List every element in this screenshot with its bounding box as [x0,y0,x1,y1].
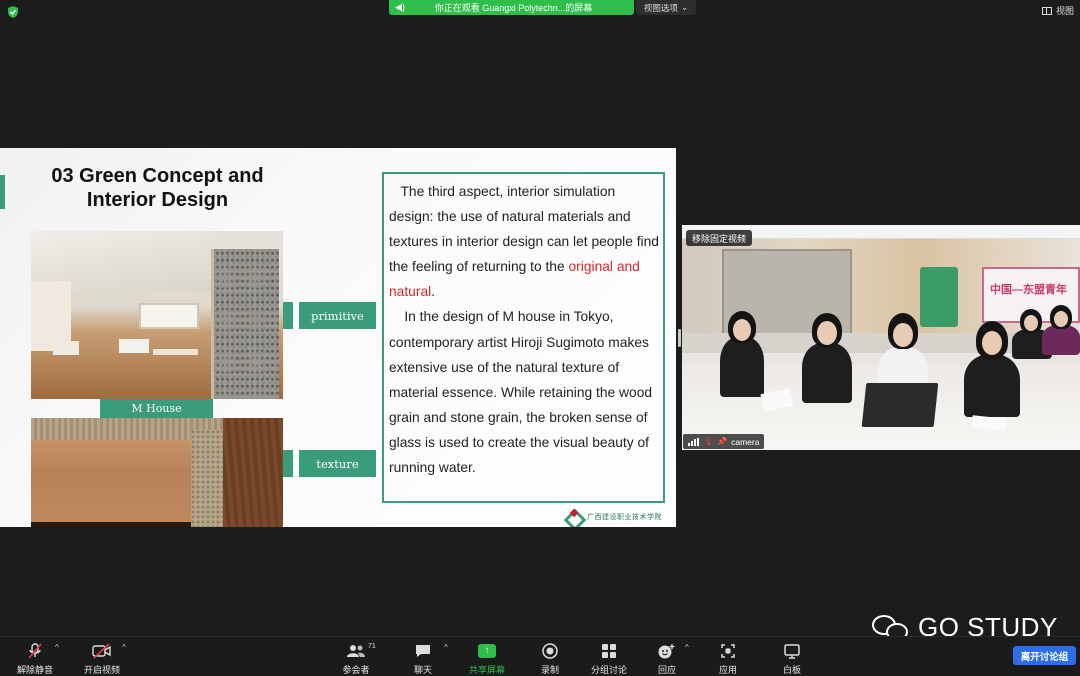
shared-screen-slide[interactable]: 03 Green Concept and Interior Design M H… [0,148,676,527]
participants-label: 参会者 [342,665,370,675]
college-logo-text: 广西建设职业技术学院 [587,513,662,521]
breakout-grid-icon [601,641,617,661]
pinned-video-tile[interactable]: 中国—东盟青年 [682,225,1080,450]
participants-button[interactable]: 71 参会者 [326,641,386,676]
texture-tag-label: texture [299,450,376,477]
viewing-share-banner: ◀) 你正在观看 Guangxi Polytechn...的屏幕 [389,0,634,15]
student-figure [802,313,852,403]
leave-breakout-button[interactable]: 离开讨论组 [1013,646,1076,665]
participants-count: 71 [368,643,376,650]
chevron-down-icon: ⌄ [680,2,689,12]
view-layout-icon [1041,6,1052,15]
college-logo: 广西建设职业技术学院 [567,508,667,526]
muted-microphone-icon [26,641,44,661]
pin-icon: 📌 [717,437,728,446]
record-label: 录制 [540,665,559,675]
view-options-label: 视图选项 [643,2,678,13]
primitive-tag-label: primitive [299,302,376,329]
apps-icon [720,641,736,661]
student-figure [964,321,1020,417]
speaker-icon[interactable]: ◀) [393,2,407,13]
laptop [861,383,939,427]
view-options-button[interactable]: 视图选项 ⌄ [636,0,696,15]
chat-label: 聊天 [413,665,432,675]
title-accent-bar [0,175,5,209]
texture-tag: texture [283,450,376,477]
whiteboard-label: 白板 [782,665,801,675]
security-shield-icon[interactable] [6,5,20,19]
view-button[interactable]: 视图 [1041,4,1074,17]
share-screen-button[interactable]: ↑ 共享屏幕 [457,641,517,676]
record-button[interactable]: 录制 [520,641,580,676]
chat-bubble-icon [414,641,432,661]
student-figure [720,311,764,397]
slide-title-line2: Interior Design [86,189,229,211]
paragraph1-end: . [431,284,436,300]
slide-title: 03 Green Concept and Interior Design [30,164,285,212]
breakout-rooms-button[interactable]: 分组讨论 [579,641,639,676]
primitive-tag: primitive [283,302,376,329]
apps-button[interactable]: 应用 [698,641,758,676]
apps-label: 应用 [718,665,737,675]
participant-name-label: 🎙 📌 camera [683,434,765,449]
share-screen-label: 共享屏幕 [468,665,505,675]
start-video-label: 开启视频 [83,665,120,675]
muted-mic-icon: 🎙 [703,437,714,446]
panel-resize-handle[interactable] [678,329,681,347]
participant-name: camera [731,436,760,447]
smiley-plus-icon [657,641,677,661]
whiteboard-icon [783,641,801,661]
video-off-icon [92,641,112,661]
whiteboard-button[interactable]: 白板 [762,641,822,676]
video-options-chevron-icon[interactable]: ^ [122,643,126,652]
unpin-video-button[interactable]: 移除固定视频 [686,230,752,246]
slide-text-box: The third aspect, interior simulation de… [382,172,665,503]
meeting-window: ◀) 你正在观看 Guangxi Polytechn...的屏幕 视图选项 ⌄ … [0,0,1080,676]
breakout-label: 分组讨论 [590,665,627,675]
slide-paragraph-2: In the design of M house in Tokyo, conte… [389,304,659,480]
slide-paragraph-1: The third aspect, interior simulation de… [389,179,659,304]
paragraph2-text: In the design of M house in Tokyo, conte… [389,309,653,476]
share-screen-icon: ↑ [478,641,496,661]
signal-strength-icon [688,437,699,446]
reactions-options-chevron-icon[interactable]: ^ [685,643,689,652]
meeting-toolbar: 解除静音 ^ 开启视频 ^ 71 参会者 聊天 ^ ↑ 共享屏幕 录制 分组讨论… [0,636,1080,676]
reactions-label: 回应 [657,665,676,675]
college-logo-icon [567,510,583,524]
audio-options-chevron-icon[interactable]: ^ [55,643,59,652]
m-house-caption: M House [100,399,213,418]
slide-title-line1: 03 Green Concept and [51,165,264,187]
student-figure [1042,305,1080,355]
view-button-label: 视图 [1055,6,1074,16]
unmute-label: 解除静音 [16,665,53,675]
participants-icon: 71 [346,641,376,661]
chat-options-chevron-icon[interactable]: ^ [444,643,448,652]
material-texture-photo [31,418,283,527]
m-house-interior-photo [31,231,283,399]
share-banner-text: 你正在观看 Guangxi Polytechn...的屏幕 [434,3,593,13]
record-icon [541,641,559,661]
